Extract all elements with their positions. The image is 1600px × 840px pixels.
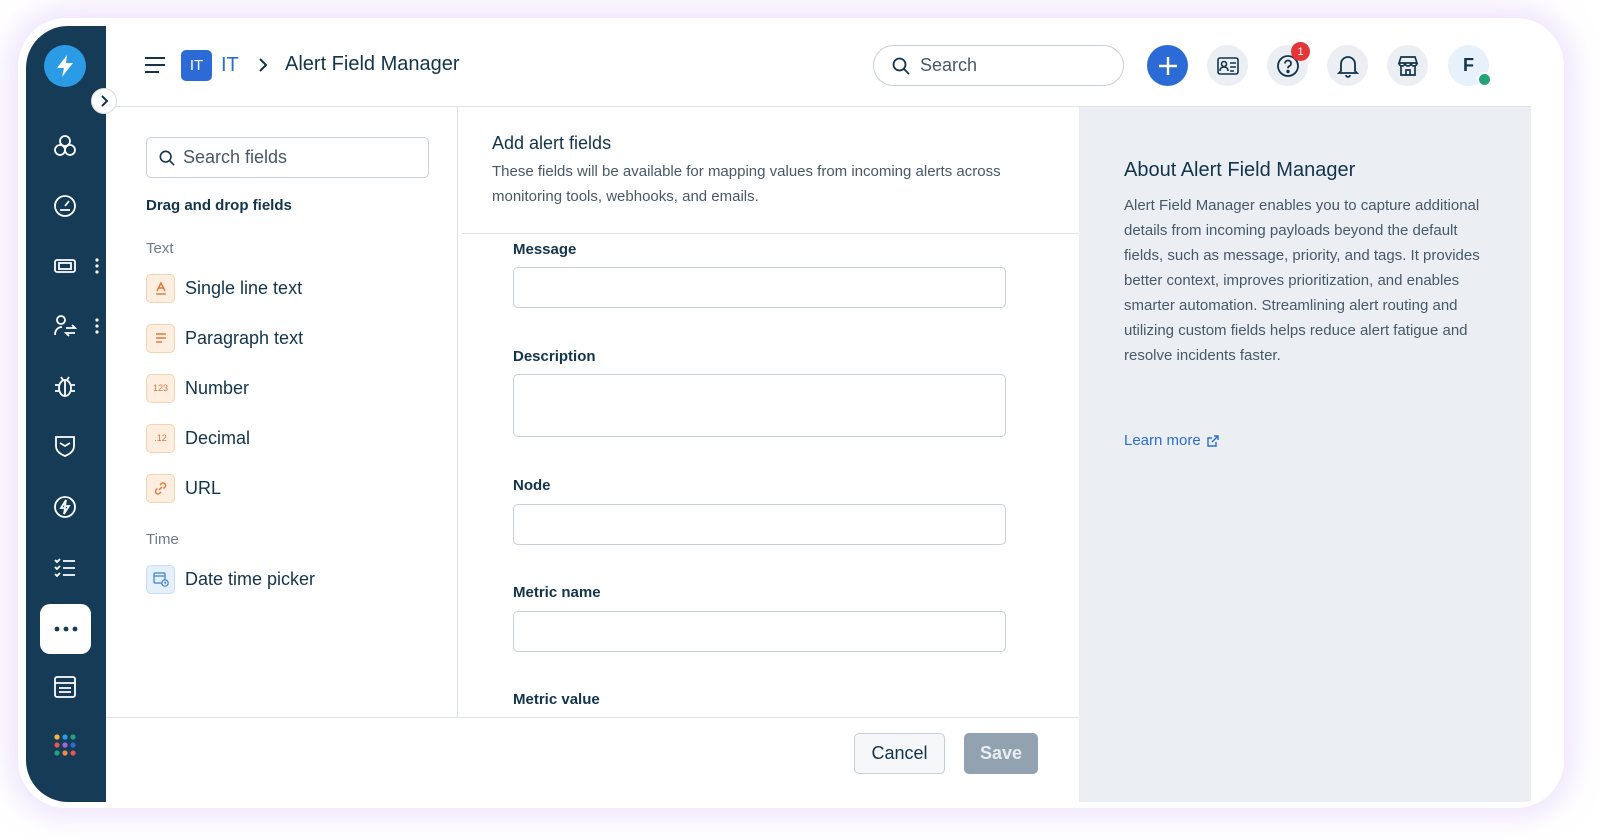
node-input[interactable] [513, 504, 1006, 545]
workspace-badge[interactable]: IT [181, 50, 212, 81]
group-label-text: Text [146, 240, 174, 257]
about-title: About Alert Field Manager [1124, 159, 1356, 181]
changes-icon[interactable] [50, 311, 80, 341]
checklist-icon[interactable] [50, 552, 80, 582]
create-new-button[interactable] [1147, 45, 1188, 86]
metric-name-input[interactable] [513, 611, 1006, 652]
field-item-label: Single line text [185, 277, 303, 298]
cancel-button[interactable]: Cancel [854, 733, 945, 774]
external-link-icon [1207, 434, 1219, 447]
marketplace-button[interactable] [1387, 45, 1428, 86]
paragraph-text-icon [146, 323, 175, 353]
page-title: Alert Field Manager [285, 53, 460, 75]
hamburger-menu-icon[interactable] [144, 55, 166, 75]
nav-rail [26, 26, 106, 802]
field-item-decimal[interactable]: .12 Decimal [146, 423, 250, 453]
description-textarea[interactable] [513, 374, 1006, 437]
field-label-metric-value: Metric value [513, 691, 600, 708]
field-item-label: Paragraph text [185, 327, 304, 348]
shield-icon[interactable] [50, 431, 80, 461]
bug-icon[interactable] [50, 371, 80, 401]
global-search-input[interactable]: Search [873, 45, 1124, 86]
date-time-icon [146, 564, 175, 594]
field-label-metric-name: Metric name [513, 584, 601, 601]
incidents-icon[interactable] [50, 131, 80, 161]
field-label-node: Node [513, 477, 551, 494]
changes-menu-icon[interactable] [94, 317, 100, 335]
field-item-single-line-text[interactable]: Single line text [146, 273, 302, 303]
field-item-url[interactable]: URL [146, 473, 221, 503]
dashboard-icon[interactable] [50, 191, 80, 221]
learn-more-link[interactable]: Learn more [1124, 432, 1220, 449]
field-item-paragraph-text[interactable]: Paragraph text [146, 323, 303, 353]
field-label-message: Message [513, 241, 577, 258]
store-icon [1397, 55, 1418, 76]
bell-icon [1336, 55, 1359, 78]
contacts-button[interactable] [1207, 45, 1248, 86]
apps-icon[interactable] [50, 730, 80, 760]
tickets-icon[interactable] [50, 251, 80, 281]
field-label-description: Description [513, 348, 596, 365]
notification-count-badge: 1 [1291, 42, 1310, 61]
form-description: These fields will be available for mappi… [492, 163, 1001, 205]
top-header: IT IT Alert Field Manager Search 1 F [106, 26, 1531, 107]
decimal-icon: .12 [146, 423, 175, 453]
field-item-label: Number [185, 377, 250, 398]
about-description: Alert Field Manager enables you to captu… [1124, 197, 1480, 364]
app-window: IT IT Alert Field Manager Search 1 F Sea… [26, 26, 1564, 802]
breadcrumb-chevron-icon [259, 58, 268, 72]
more-icon[interactable] [40, 604, 91, 654]
alert-fields-form: Add alert fields These fields will be av… [458, 107, 1079, 717]
number-icon: 123 [146, 373, 175, 403]
field-item-number[interactable]: 123 Number [146, 373, 249, 403]
field-item-label: Decimal [185, 427, 251, 448]
notifications-button[interactable] [1327, 45, 1368, 86]
form-title: Add alert fields [492, 133, 612, 153]
message-input[interactable] [513, 267, 1006, 308]
field-item-label: Date time picker [185, 568, 316, 589]
single-line-text-icon [146, 273, 175, 303]
drag-drop-title: Drag and drop fields [146, 197, 292, 214]
chevron-right-icon [101, 95, 109, 107]
tickets-menu-icon[interactable] [94, 257, 100, 275]
field-item-label: URL [185, 477, 222, 498]
search-icon [892, 57, 910, 75]
breadcrumb-workspace[interactable]: IT [221, 54, 239, 77]
learn-more-label: Learn more [1124, 432, 1201, 449]
search-placeholder: Search [920, 55, 978, 75]
contact-card-icon [1216, 56, 1239, 75]
group-label-time: Time [146, 531, 179, 548]
save-button[interactable]: Save [964, 733, 1038, 774]
form-footer: Cancel Save [106, 717, 1079, 802]
divider [462, 233, 1079, 234]
logo-icon[interactable] [44, 45, 86, 87]
search-fields-placeholder: Search fields [183, 147, 288, 167]
expand-rail-button[interactable] [91, 88, 117, 114]
alerts-icon[interactable] [50, 492, 80, 522]
search-icon [159, 150, 175, 166]
field-item-date-time-picker[interactable]: Date time picker [146, 564, 315, 594]
plus-icon [1158, 56, 1177, 75]
online-status-indicator [1477, 72, 1492, 87]
link-icon [146, 473, 175, 503]
field-palette: Search fields Drag and drop fields Text … [106, 107, 458, 717]
console-icon[interactable] [50, 672, 80, 702]
search-fields-input[interactable]: Search fields [146, 137, 429, 178]
about-panel: About Alert Field Manager Alert Field Ma… [1079, 107, 1531, 802]
